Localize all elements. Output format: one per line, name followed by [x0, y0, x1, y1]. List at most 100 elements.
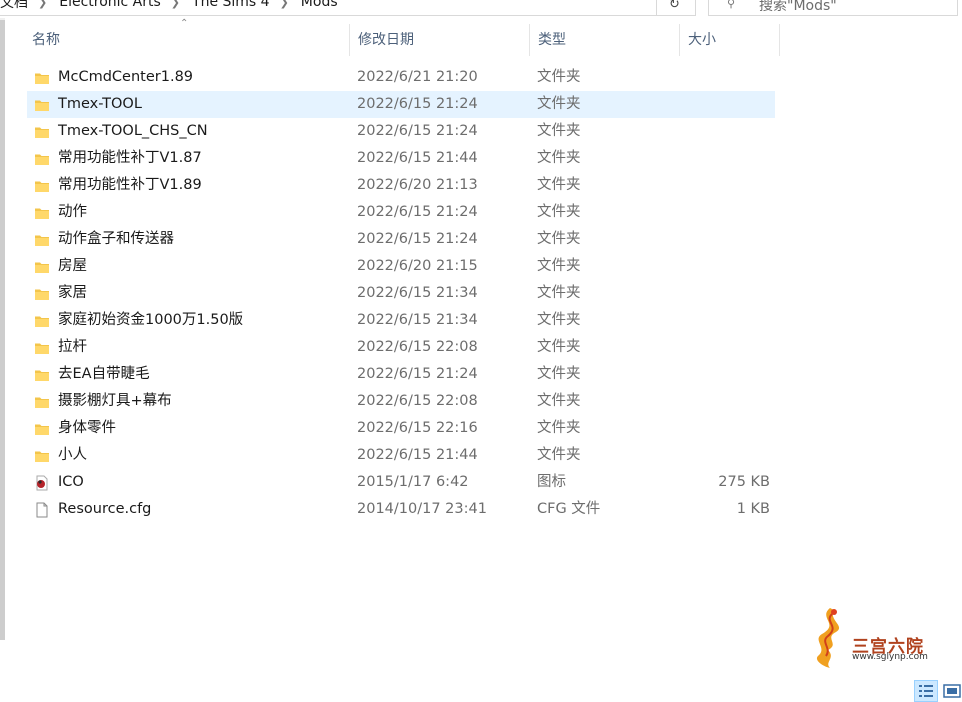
- folder-icon: [34, 70, 50, 86]
- file-row[interactable]: ICO 2015/1/17 6:42 图标 275 KB: [27, 469, 775, 496]
- file-modified-date: 2022/6/15 21:24: [357, 366, 478, 382]
- folder-icon: [34, 205, 50, 221]
- file-modified-date: 2022/6/20 21:13: [357, 177, 478, 193]
- top-navigation-bar: 文档 ❯ Electronic Arts ❯ The Sims 4 ❯ Mods…: [0, 0, 962, 18]
- file-modified-date: 2014/10/17 23:41: [357, 501, 487, 517]
- file-type: 文件夹: [537, 204, 581, 220]
- file-row[interactable]: Resource.cfg 2014/10/17 23:41 CFG 文件 1 KB: [27, 496, 775, 523]
- file-type: 文件夹: [537, 366, 581, 382]
- file-modified-date: 2022/6/15 22:16: [357, 420, 478, 436]
- folder-icon: [34, 259, 50, 275]
- file-type: 文件夹: [537, 447, 581, 463]
- file-row[interactable]: 拉杆 2022/6/15 22:08 文件夹: [27, 334, 775, 361]
- search-icon: ⚲: [727, 0, 736, 10]
- folder-icon: [34, 421, 50, 437]
- file-type: 文件夹: [537, 231, 581, 247]
- file-modified-date: 2022/6/20 21:15: [357, 258, 478, 274]
- folder-icon: [34, 178, 50, 194]
- large-icons-view-icon: [943, 684, 961, 698]
- large-icons-view-button[interactable]: [940, 680, 962, 702]
- file-modified-date: 2022/6/15 22:08: [357, 393, 478, 409]
- file-type: 文件夹: [537, 150, 581, 166]
- folder-icon: [34, 97, 50, 113]
- file-type: 图标: [537, 474, 566, 490]
- file-modified-date: 2022/6/21 21:20: [357, 69, 478, 85]
- breadcrumb: 文档 ❯ Electronic Arts ❯ The Sims 4 ❯ Mods: [0, 0, 338, 12]
- folder-icon: [34, 313, 50, 329]
- file-modified-date: 2022/6/15 21:24: [357, 123, 478, 139]
- navigation-pane-scrollbar[interactable]: [0, 20, 5, 640]
- search-input[interactable]: ⚲ 搜索"Mods": [708, 0, 958, 16]
- file-name: 去EA自带睫毛: [58, 366, 150, 382]
- details-view-icon: [919, 685, 933, 697]
- column-header-name[interactable]: 名称: [24, 24, 350, 56]
- file-name: Tmex-TOOL_CHS_CN: [58, 123, 208, 139]
- file-row[interactable]: 房屋 2022/6/20 21:15 文件夹: [27, 253, 775, 280]
- file-name: Tmex-TOOL: [58, 96, 142, 112]
- file-row[interactable]: 摄影棚灯具+幕布 2022/6/15 22:08 文件夹: [27, 388, 775, 415]
- breadcrumb-item[interactable]: Electronic Arts: [59, 0, 161, 10]
- file-modified-date: 2022/6/15 22:08: [357, 339, 478, 355]
- details-view-button[interactable]: [914, 680, 938, 702]
- file-name: 小人: [58, 447, 87, 463]
- file-row[interactable]: 家居 2022/6/15 21:34 文件夹: [27, 280, 775, 307]
- file-modified-date: 2022/6/15 21:24: [357, 231, 478, 247]
- status-bar: [0, 678, 962, 702]
- file-row[interactable]: 身体零件 2022/6/15 22:16 文件夹: [27, 415, 775, 442]
- file-type: 文件夹: [537, 393, 581, 409]
- chevron-right-icon: ❯: [170, 0, 181, 9]
- file-name: 房屋: [58, 258, 87, 274]
- refresh-icon: ↻: [669, 0, 680, 12]
- folder-icon: [34, 448, 50, 464]
- file-row[interactable]: 常用功能性补丁V1.87 2022/6/15 21:44 文件夹: [27, 145, 775, 172]
- file-row[interactable]: Tmex-TOOL 2022/6/15 21:24 文件夹: [27, 91, 775, 118]
- search-placeholder: 搜索"Mods": [759, 0, 837, 14]
- file-name: 身体零件: [58, 420, 116, 436]
- address-dropdown-icon[interactable]: ∨: [628, 0, 636, 3]
- file-row[interactable]: 小人 2022/6/15 21:44 文件夹: [27, 442, 775, 469]
- refresh-button[interactable]: ↻: [656, 0, 696, 16]
- file-type: 文件夹: [537, 285, 581, 301]
- file-modified-date: 2022/6/15 21:34: [357, 312, 478, 328]
- breadcrumb-item[interactable]: The Sims 4: [192, 0, 270, 10]
- file-type: 文件夹: [537, 312, 581, 328]
- breadcrumb-item[interactable]: 文档: [0, 0, 28, 12]
- folder-icon: [34, 340, 50, 356]
- folder-icon: [34, 394, 50, 410]
- file-type: CFG 文件: [537, 501, 601, 517]
- chevron-right-icon: ❯: [38, 0, 48, 9]
- file-name: 动作: [58, 204, 87, 220]
- file-name: 常用功能性补丁V1.89: [58, 177, 202, 193]
- file-size: 1 KB: [736, 501, 770, 517]
- watermark-url: www.sglynp.com: [852, 652, 928, 662]
- column-header-type[interactable]: 类型: [530, 24, 680, 56]
- file-modified-date: 2015/1/17 6:42: [357, 474, 469, 490]
- breadcrumb-item[interactable]: Mods: [301, 0, 338, 10]
- column-header-date[interactable]: 修改日期: [350, 24, 530, 56]
- folder-icon: [34, 367, 50, 383]
- file-row[interactable]: Tmex-TOOL_CHS_CN 2022/6/15 21:24 文件夹: [27, 118, 775, 145]
- file-size: 275 KB: [718, 474, 770, 490]
- ico-file-icon: [34, 475, 50, 491]
- file-modified-date: 2022/6/15 21:24: [357, 204, 478, 220]
- file-row[interactable]: 家庭初始资金1000万1.50版 2022/6/15 21:34 文件夹: [27, 307, 775, 334]
- file-modified-date: 2022/6/15 21:44: [357, 447, 478, 463]
- folder-icon: [34, 124, 50, 140]
- file-type: 文件夹: [537, 258, 581, 274]
- file-row[interactable]: McCmdCenter1.89 2022/6/21 21:20 文件夹: [27, 64, 775, 91]
- file-row[interactable]: 动作 2022/6/15 21:24 文件夹: [27, 199, 775, 226]
- file-row[interactable]: 常用功能性补丁V1.89 2022/6/20 21:13 文件夹: [27, 172, 775, 199]
- chevron-right-icon: ❯: [279, 0, 289, 9]
- file-modified-date: 2022/6/15 21:34: [357, 285, 478, 301]
- file-row[interactable]: 动作盒子和传送器 2022/6/15 21:24 文件夹: [27, 226, 775, 253]
- file-name: 家居: [58, 285, 87, 301]
- phoenix-logo-icon: [816, 608, 840, 668]
- file-type: 文件夹: [537, 339, 581, 355]
- folder-icon: [34, 151, 50, 167]
- file-type: 文件夹: [537, 123, 581, 139]
- column-header-size[interactable]: 大小: [680, 24, 780, 56]
- file-row[interactable]: 去EA自带睫毛 2022/6/15 21:24 文件夹: [27, 361, 775, 388]
- file-modified-date: 2022/6/15 21:44: [357, 150, 478, 166]
- file-name: 家庭初始资金1000万1.50版: [58, 312, 244, 328]
- file-type: 文件夹: [537, 420, 581, 436]
